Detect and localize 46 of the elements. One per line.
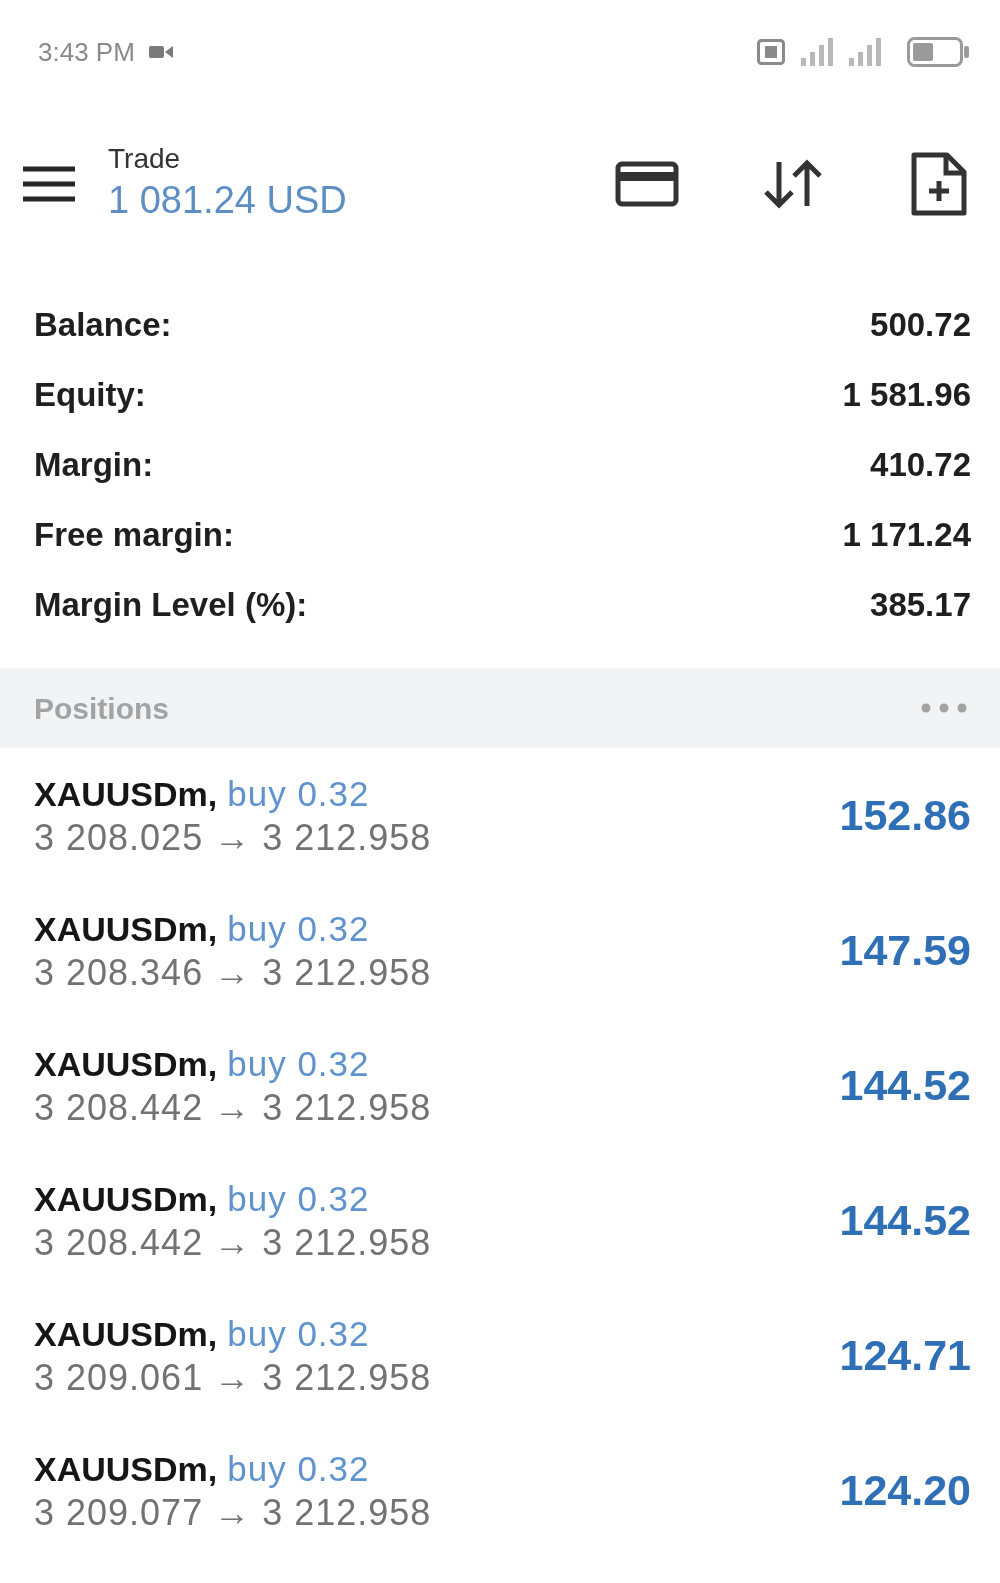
order-text: buy 0.32 [227, 1447, 370, 1490]
video-camera-icon [148, 45, 173, 59]
menu-icon[interactable] [23, 166, 75, 202]
summary-label: Balance: [34, 305, 172, 346]
summary-label: Margin: [34, 445, 154, 486]
order-text: buy 0.32 [227, 772, 370, 815]
summary-value: 1 581.96 [842, 375, 971, 416]
summary-value: 410.72 [870, 445, 971, 486]
price-text: 3 208.442 → 3 212.958 [34, 1220, 432, 1265]
profit-value: 152.86 [839, 790, 971, 842]
sim-card-icon [757, 39, 785, 65]
symbol-text: XAUUSDm, [34, 773, 218, 815]
profit-value: 147.59 [839, 925, 971, 977]
file-plus-icon[interactable] [911, 152, 967, 216]
summary-value: 385.17 [870, 585, 971, 626]
summary-label: Free margin: [34, 515, 234, 556]
order-text: buy 0.32 [227, 907, 370, 950]
profit-value: 124.71 [839, 1330, 971, 1382]
symbol-text: XAUUSDm, [34, 908, 218, 950]
profit-value: 144.52 [839, 1060, 971, 1112]
account-balance: 1 081.24 USD [108, 178, 347, 223]
symbol-text: XAUUSDm, [34, 1448, 218, 1490]
profit-value: 124.20 [839, 1465, 971, 1517]
price-text: 3 209.077 → 3 212.958 [34, 1490, 432, 1535]
toolbar-title: Trade [108, 142, 182, 176]
price-text: 3 208.346 → 3 212.958 [34, 950, 432, 995]
signal-icon [849, 38, 881, 66]
profit-value: 144.52 [839, 1195, 971, 1247]
summary-value: 500.72 [870, 305, 971, 346]
price-text: 3 208.025 → 3 212.958 [34, 815, 432, 860]
symbol-text: XAUUSDm, [34, 1178, 218, 1220]
summary-label: Margin Level (%): [34, 585, 308, 626]
credit-card-icon[interactable] [615, 161, 679, 207]
section-title: Positions [34, 690, 169, 727]
summary-value: 1 171.24 [842, 515, 971, 556]
summary-label: Equity: [34, 375, 146, 416]
status-time: 3:43 PM [38, 39, 135, 65]
price-text: 3 208.442 → 3 212.958 [34, 1085, 432, 1130]
order-text: buy 0.32 [227, 1042, 370, 1085]
price-text: 3 209.061 → 3 212.958 [34, 1355, 432, 1400]
order-text: buy 0.32 [227, 1177, 370, 1220]
signal-icon [801, 38, 833, 66]
symbol-text: XAUUSDm, [34, 1043, 218, 1085]
symbol-text: XAUUSDm, [34, 1313, 218, 1355]
battery-icon [907, 37, 969, 67]
order-text: buy 0.32 [227, 1312, 370, 1355]
